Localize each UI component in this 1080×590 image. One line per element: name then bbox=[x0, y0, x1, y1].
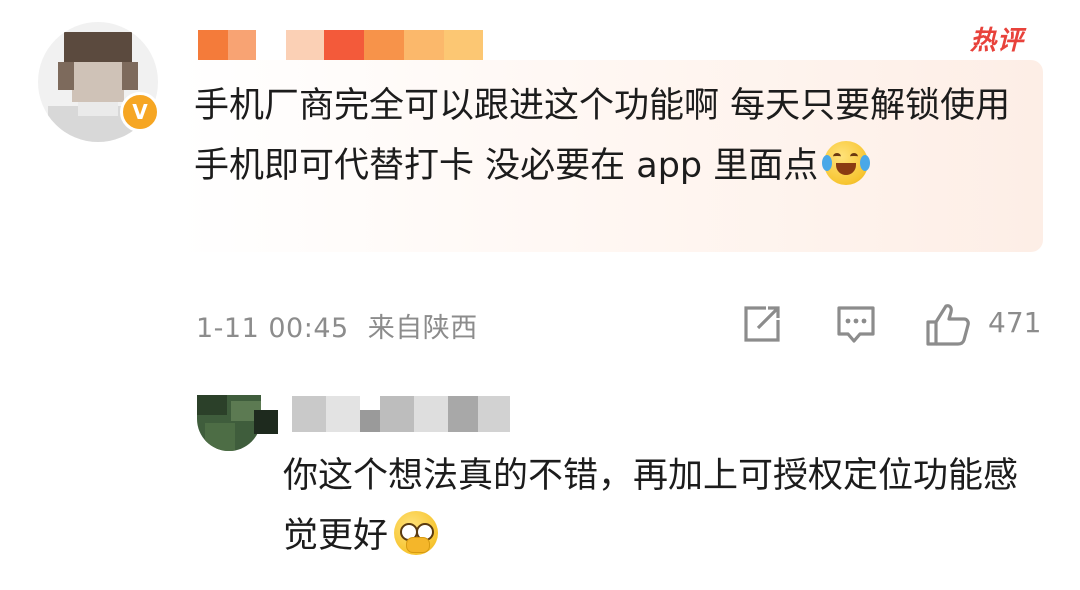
reply-body: 你这个想法真的不错，再加上可授权定位功能感觉更好 bbox=[283, 456, 1019, 556]
comment-icon[interactable] bbox=[834, 302, 878, 350]
share-icon[interactable] bbox=[740, 302, 784, 350]
comment-location: 来自陕西 bbox=[367, 313, 478, 344]
comment-timestamp: 1-11 00:45 bbox=[196, 313, 349, 344]
replier-username[interactable] bbox=[292, 396, 510, 432]
comment-text[interactable]: 手机厂商完全可以跟进这个功能啊 每天只要解锁使用手机即可代替打卡 没必要在 ap… bbox=[194, 76, 1034, 196]
replier-avatar[interactable] bbox=[197, 395, 261, 451]
like-thumb-icon[interactable] bbox=[924, 302, 972, 352]
like-count: 471 bbox=[988, 306, 1042, 339]
verified-badge-icon: V bbox=[120, 92, 160, 132]
glasses-face-emoji-icon bbox=[394, 511, 439, 555]
reply-text[interactable]: 你这个想法真的不错，再加上可授权定位功能感觉更好 bbox=[283, 446, 1043, 566]
comment-body: 手机厂商完全可以跟进这个功能啊 每天只要解锁使用手机即可代替打卡 没必要在 ap… bbox=[194, 86, 1011, 186]
comment-meta: 1-11 00:45 来自陕西 bbox=[196, 306, 478, 345]
hot-comment-badge: 热评 bbox=[970, 26, 1025, 56]
replier-avatar-dark-block bbox=[254, 410, 278, 434]
crying-laughing-emoji-icon bbox=[822, 141, 871, 185]
